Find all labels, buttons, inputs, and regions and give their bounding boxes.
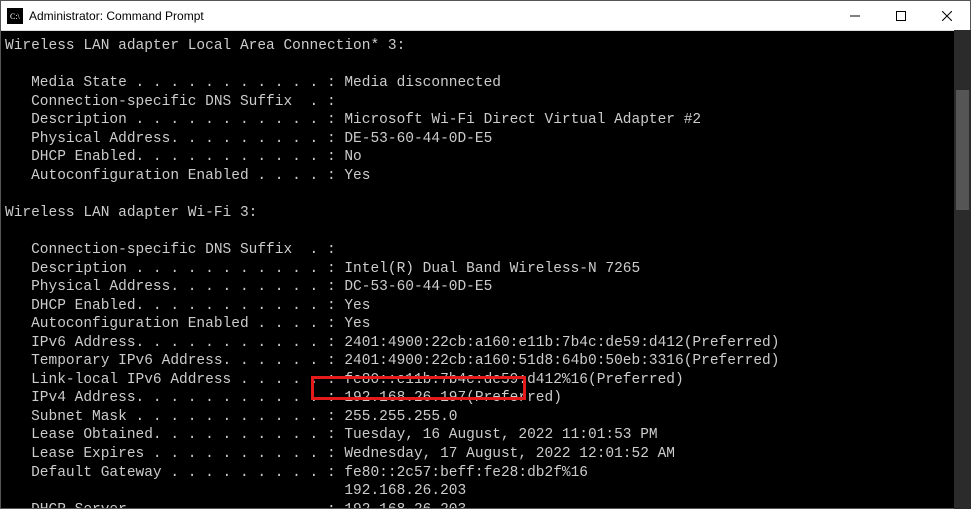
svg-text:C:\: C:\ xyxy=(10,12,21,21)
titlebar-controls xyxy=(832,1,970,30)
console-line: Autoconfiguration Enabled . . . . : Yes xyxy=(5,167,966,186)
window-title: Administrator: Command Prompt xyxy=(29,9,832,23)
cmd-icon: C:\ xyxy=(7,8,23,24)
console-line: Wireless LAN adapter Local Area Connecti… xyxy=(5,37,966,56)
minimize-button[interactable] xyxy=(832,1,878,30)
window: C:\ Administrator: Command Prompt Wirele… xyxy=(0,0,971,509)
console-line: Physical Address. . . . . . . . . : DC-5… xyxy=(5,278,966,297)
console-line: Media State . . . . . . . . . . . : Medi… xyxy=(5,74,966,93)
close-button[interactable] xyxy=(924,1,970,30)
console-line: Subnet Mask . . . . . . . . . . . : 255.… xyxy=(5,408,966,427)
scrollbar-thumb[interactable] xyxy=(956,90,969,210)
maximize-button[interactable] xyxy=(878,1,924,30)
vertical-scrollbar[interactable] xyxy=(954,30,971,509)
console-line xyxy=(5,222,966,241)
console-line: Link-local IPv6 Address . . . . . : fe80… xyxy=(5,371,966,390)
console-line: IPv4 Address. . . . . . . . . . . : 192.… xyxy=(5,389,966,408)
console-line: Lease Expires . . . . . . . . . . : Wedn… xyxy=(5,445,966,464)
console-line: DHCP Enabled. . . . . . . . . . . : Yes xyxy=(5,297,966,316)
console-line: Autoconfiguration Enabled . . . . : Yes xyxy=(5,315,966,334)
console-line: 192.168.26.203 xyxy=(5,482,966,501)
console-output[interactable]: Wireless LAN adapter Local Area Connecti… xyxy=(1,31,970,508)
console-line: Lease Obtained. . . . . . . . . . : Tues… xyxy=(5,426,966,445)
console-line: Wireless LAN adapter Wi-Fi 3: xyxy=(5,204,966,223)
console-line: Temporary IPv6 Address. . . . . . : 2401… xyxy=(5,352,966,371)
console-line: Connection-specific DNS Suffix . : xyxy=(5,93,966,112)
console-line: Description . . . . . . . . . . . : Micr… xyxy=(5,111,966,130)
titlebar[interactable]: C:\ Administrator: Command Prompt xyxy=(1,1,970,31)
console-line: DHCP Server . . . . . . . . . . . : 192.… xyxy=(5,501,966,508)
console-line: Connection-specific DNS Suffix . : xyxy=(5,241,966,260)
console-line xyxy=(5,56,966,75)
console-line: Description . . . . . . . . . . . : Inte… xyxy=(5,260,966,279)
console-line: Physical Address. . . . . . . . . : DE-5… xyxy=(5,130,966,149)
console-line xyxy=(5,185,966,204)
console-line: IPv6 Address. . . . . . . . . . . : 2401… xyxy=(5,334,966,353)
console-line: DHCP Enabled. . . . . . . . . . . : No xyxy=(5,148,966,167)
console-line: Default Gateway . . . . . . . . . : fe80… xyxy=(5,464,966,483)
